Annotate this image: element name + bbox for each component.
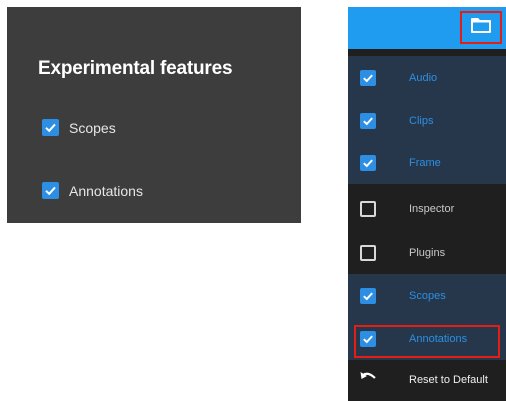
menu-item-label: Audio: [409, 71, 438, 84]
scopes-label: Scopes: [69, 119, 116, 136]
checkbox-unchecked-icon[interactable]: [360, 200, 376, 217]
experimental-features-title: Experimental features: [38, 58, 233, 79]
scopes-toggle[interactable]: Scopes: [42, 119, 116, 136]
menu-item-label: Scopes: [409, 289, 446, 302]
reset-to-default-label: Reset to Default: [409, 373, 488, 386]
menu-item-label: Clips: [409, 114, 434, 127]
menu-item-inspector[interactable]: Inspector: [348, 187, 506, 230]
folder-icon: [470, 17, 492, 39]
experimental-features-panel: Experimental features Scopes Annotations: [7, 7, 301, 223]
menu-item-audio[interactable]: Audio: [348, 56, 506, 99]
menu-item-clips[interactable]: Clips: [348, 99, 506, 142]
menu-item-scopes[interactable]: Scopes: [348, 274, 506, 317]
checkbox-checked-icon[interactable]: [360, 112, 376, 129]
annotations-toggle[interactable]: Annotations: [42, 182, 143, 199]
menu-item-label: Frame: [409, 156, 441, 169]
undo-icon: [359, 370, 377, 389]
checkbox-checked-icon[interactable]: [42, 182, 59, 199]
checkbox-checked-icon[interactable]: [42, 119, 59, 136]
menu-item-frame[interactable]: Frame: [348, 141, 506, 184]
menu-item-plugins[interactable]: Plugins: [348, 231, 506, 274]
checkbox-checked-icon[interactable]: [360, 154, 376, 171]
reset-to-default-item[interactable]: Reset to Default: [348, 358, 506, 401]
menu-item-label: Inspector: [409, 202, 455, 215]
folder-button[interactable]: [460, 11, 502, 44]
checkbox-checked-icon[interactable]: [360, 69, 376, 86]
annotations-label: Annotations: [69, 182, 143, 199]
menu-header: [348, 7, 506, 49]
checkbox-checked-icon[interactable]: [360, 287, 376, 304]
annotations-highlight-box: [354, 325, 500, 358]
checkbox-unchecked-icon[interactable]: [360, 244, 376, 261]
menu-item-label: Plugins: [409, 246, 446, 259]
